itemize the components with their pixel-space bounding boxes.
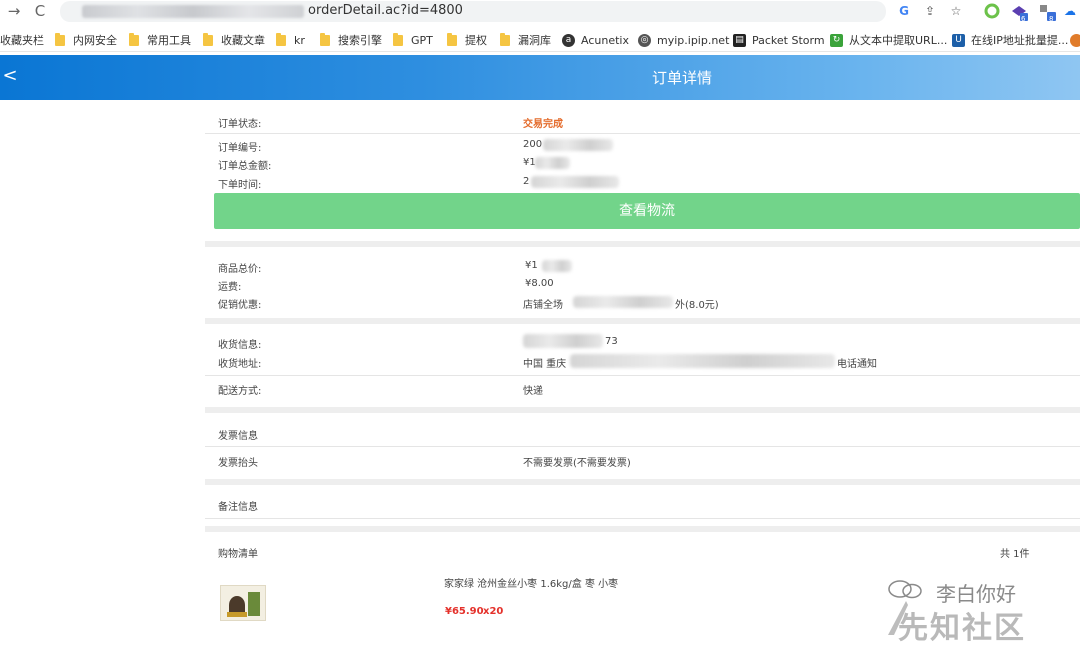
extension-badge-2: 8 (1049, 15, 1054, 23)
cart-item-qty: x20 (483, 606, 504, 617)
order-status-label: 订单状态: (218, 119, 262, 130)
promo-label: 促销优惠: (218, 300, 262, 311)
extension-ring-icon[interactable] (984, 3, 1000, 19)
browser-toolbar: → C orderDetail.ac?id=4800 G ⇪ ☆ 6 8 ☁ (0, 0, 1080, 23)
address-suffix: 电话通知 (837, 359, 877, 370)
bookmark-folder[interactable]: 搜索引擎 (320, 32, 382, 48)
folder-icon (393, 32, 403, 46)
bookmark-folder[interactable]: 提权 (447, 32, 487, 48)
folder-icon (203, 32, 213, 46)
order-detail: 订单状态: 交易完成 订单编号: 200 订单总金额: ¥1 下单时间: 2 查… (205, 100, 1080, 638)
folder-icon (447, 32, 457, 46)
delivery-method-label: 配送方式: (218, 386, 262, 397)
bookmark-folder[interactable]: 内网安全 (55, 32, 117, 48)
invoice-section-title: 发票信息 (218, 431, 258, 442)
order-total-label: 订单总金额: (218, 161, 272, 172)
bookmarks-bar: 收藏夹栏 内网安全 常用工具 收藏文章 kr 搜索引擎 GPT 提权 漏洞库 a… (0, 28, 1080, 52)
promo-suffix: 外(8.0元) (675, 300, 719, 311)
receiver-label: 收货信息: (218, 340, 262, 351)
cart-count: 共 1件 (1000, 549, 1030, 560)
order-time-label: 下单时间: (218, 180, 262, 191)
cart-item-name[interactable]: 家家绿 沧州金丝小枣 1.6kg/盒 枣 小枣 (444, 575, 618, 590)
order-time-value: 2 (523, 176, 530, 187)
cart-section-title: 购物清单 (218, 549, 258, 560)
order-status-value: 交易完成 (523, 119, 563, 130)
bookmark-url-extract[interactable]: ↻ 从文本中提取URL... (830, 32, 947, 48)
receiver-suffix: 73 (605, 336, 618, 347)
section-separator (205, 318, 1080, 324)
cloud-icon[interactable]: ☁ (1062, 3, 1078, 19)
orange-icon (1070, 33, 1080, 47)
green-icon: ↻ (830, 33, 843, 47)
extension-hat-icon[interactable]: 6 (1010, 3, 1028, 23)
order-number-value: 200 (523, 139, 543, 150)
goods-total-label: 商品总价: (218, 264, 262, 275)
folder-icon (55, 32, 65, 46)
app-header: < 订单详情 (0, 55, 1080, 100)
bookmark-folder[interactable]: GPT (393, 32, 433, 48)
redacted-domain (82, 5, 304, 18)
divider (205, 133, 1080, 134)
shipping-label: 运费: (218, 282, 242, 293)
globe-icon: ◎ (638, 33, 651, 47)
redacted-goods-total (542, 260, 572, 272)
folder-icon (320, 32, 330, 46)
bookmark-packetstorm[interactable]: ▤ Packet Storm (733, 32, 825, 48)
invoice-header-value: 不需要发票(不需要发票) (523, 458, 631, 469)
u-icon: U (952, 33, 965, 47)
divider (205, 446, 1080, 447)
star-icon[interactable]: ☆ (948, 3, 964, 19)
redacted-time (531, 176, 619, 188)
page-title: 订单详情 (651, 69, 712, 87)
address-url: orderDetail.ac?id=4800 (308, 3, 463, 18)
bookmark-folder[interactable]: 漏洞库 (500, 32, 551, 48)
promo-prefix: 店铺全场 (523, 300, 563, 311)
redacted-receiver (523, 334, 603, 348)
redacted-order-number (543, 139, 613, 151)
bookmark-folder[interactable]: 常用工具 (129, 32, 191, 48)
reload-icon[interactable]: C (30, 2, 50, 20)
bookmark-more[interactable] (1070, 32, 1080, 48)
invoice-header-label: 发票抬头 (218, 458, 258, 469)
section-separator (205, 479, 1080, 485)
section-separator (205, 407, 1080, 413)
section-separator (205, 241, 1080, 247)
delivery-method-value: 快递 (523, 386, 543, 397)
bookmark-myip[interactable]: ◎ myip.ipip.net (638, 32, 729, 48)
order-number-label: 订单编号: (218, 143, 262, 154)
packetstorm-icon: ▤ (733, 33, 746, 47)
bookmark-acunetix[interactable]: a Acunetix (562, 32, 629, 48)
folder-icon (129, 32, 139, 46)
forward-icon[interactable]: → (4, 2, 24, 20)
bookmark-folder[interactable]: 收藏文章 (203, 32, 265, 48)
order-total-value: ¥1 (523, 157, 536, 168)
folder-icon (276, 32, 286, 46)
section-separator (205, 526, 1080, 532)
redacted-promo (573, 296, 673, 308)
watermark-site: 先知社区 (898, 611, 1026, 646)
share-icon[interactable]: ⇪ (922, 3, 938, 19)
product-thumbnail[interactable] (220, 585, 266, 621)
google-translate-icon[interactable]: G (896, 3, 912, 19)
bookmark-favorites[interactable]: 收藏夹栏 (0, 32, 44, 48)
address-label: 收货地址: (218, 359, 262, 370)
folder-icon (500, 32, 510, 46)
acunetix-icon: a (562, 33, 575, 47)
bookmark-ip-extract[interactable]: U 在线IP地址批量提... (952, 32, 1068, 48)
goods-total-value: ¥1 (525, 260, 538, 271)
extension-badge: 6 (1021, 15, 1026, 23)
cart-item-price: ¥65.90 (445, 606, 484, 617)
remark-section-title: 备注信息 (218, 502, 258, 513)
redacted-address (570, 354, 835, 368)
bookmark-folder[interactable]: kr (276, 32, 305, 48)
redacted-total (535, 157, 570, 169)
watermark: 李白你好 先知社区 (886, 575, 1080, 646)
divider (205, 375, 1080, 376)
address-bar[interactable]: orderDetail.ac?id=4800 (60, 1, 886, 22)
divider (205, 518, 1080, 519)
view-logistics-button[interactable]: 查看物流 (214, 193, 1080, 229)
address-prefix: 中国 重庆 (523, 359, 567, 370)
shipping-value: ¥8.00 (525, 278, 554, 289)
extension-puzzle-icon[interactable]: 8 (1038, 3, 1056, 23)
